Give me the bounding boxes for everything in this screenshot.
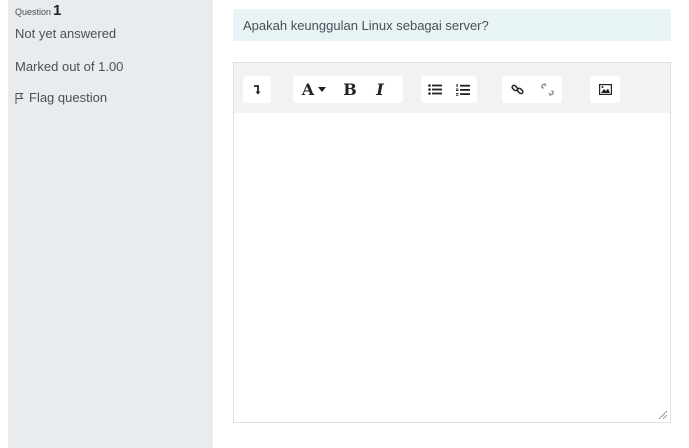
unlink-icon	[540, 83, 554, 96]
question-text: Apakah keunggulan Linux sebagai server?	[233, 9, 671, 41]
link-icon	[510, 84, 524, 95]
answer-editor: A B I	[233, 62, 671, 423]
editor-content-area[interactable]	[234, 113, 670, 422]
question-state: Not yet answered	[15, 26, 117, 41]
toolbar-group-toggle	[243, 76, 271, 103]
italic-button[interactable]: I	[365, 76, 395, 103]
bullet-list-icon	[428, 84, 442, 95]
flag-icon	[15, 92, 24, 104]
question-number-value: 1	[53, 2, 62, 19]
toolbar-group-media	[590, 76, 620, 103]
insert-image-button[interactable]	[590, 76, 620, 103]
show-more-buttons-button[interactable]	[243, 76, 271, 103]
unlink-button[interactable]	[532, 76, 562, 103]
resize-handle-icon[interactable]	[657, 409, 668, 420]
numbered-list-icon	[456, 83, 470, 96]
expand-toolbar-icon	[254, 84, 261, 94]
question-number: Question 1	[15, 2, 213, 19]
bold-label: B	[343, 80, 357, 99]
toolbar-group-lists	[421, 76, 477, 103]
italic-label: I	[376, 80, 384, 99]
image-icon	[598, 84, 612, 95]
caret-down-icon	[318, 87, 327, 92]
paragraph-styles-button[interactable]: A	[293, 76, 335, 103]
bold-button[interactable]: B	[335, 76, 365, 103]
question-label: Question	[15, 7, 52, 17]
link-button[interactable]	[502, 76, 532, 103]
question-info-panel: Question 1 Not yet answered Marked out of…	[8, 0, 213, 448]
unordered-list-button[interactable]	[421, 76, 449, 103]
ordered-list-button[interactable]	[449, 76, 477, 103]
editor-toolbar: A B I	[234, 63, 670, 113]
flag-question-label: Flag question	[29, 90, 108, 105]
font-style-label: A	[301, 80, 315, 99]
toolbar-group-style: A B I	[293, 76, 403, 103]
toolbar-group-links	[502, 76, 562, 103]
flag-question-toggle[interactable]: Flag question	[15, 90, 213, 105]
question-grade: Marked out of 1.00	[15, 59, 124, 74]
